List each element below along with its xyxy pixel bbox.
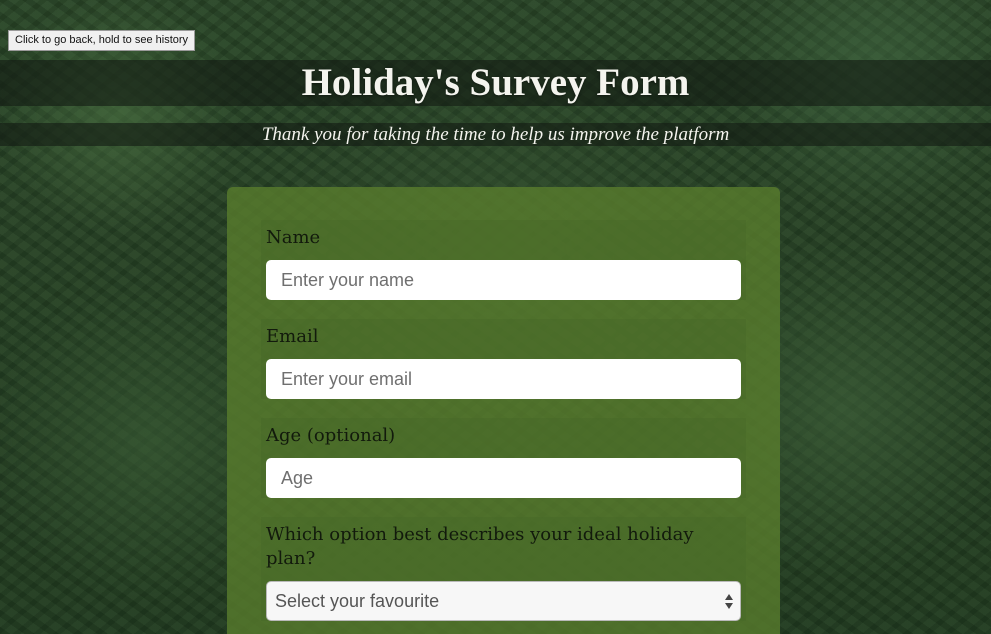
email-label: Email <box>266 326 319 347</box>
page-title: Holiday's Survey Form <box>301 61 690 104</box>
email-field-group: Email <box>261 319 746 399</box>
holiday-plan-field-group: Which option best describes your ideal h… <box>261 517 746 621</box>
page-subtitle: Thank you for taking the time to help us… <box>261 124 730 145</box>
holiday-plan-label: Which option best describes your ideal h… <box>266 524 694 569</box>
age-input[interactable] <box>266 458 741 498</box>
age-label: Age (optional) <box>266 425 396 446</box>
age-field-group: Age (optional) <box>261 418 746 498</box>
holiday-plan-selected-value: Select your favourite <box>275 591 440 611</box>
name-input[interactable] <box>266 260 741 300</box>
back-button-tooltip: Click to go back, hold to see history <box>8 30 196 51</box>
survey-form: Name Email Age (optional) Which option b… <box>227 187 780 634</box>
email-input[interactable] <box>266 359 741 399</box>
name-label: Name <box>266 227 321 248</box>
name-field-group: Name <box>261 220 746 300</box>
holiday-plan-select[interactable]: Select your favourite <box>266 581 741 621</box>
select-arrows-icon <box>724 591 734 611</box>
